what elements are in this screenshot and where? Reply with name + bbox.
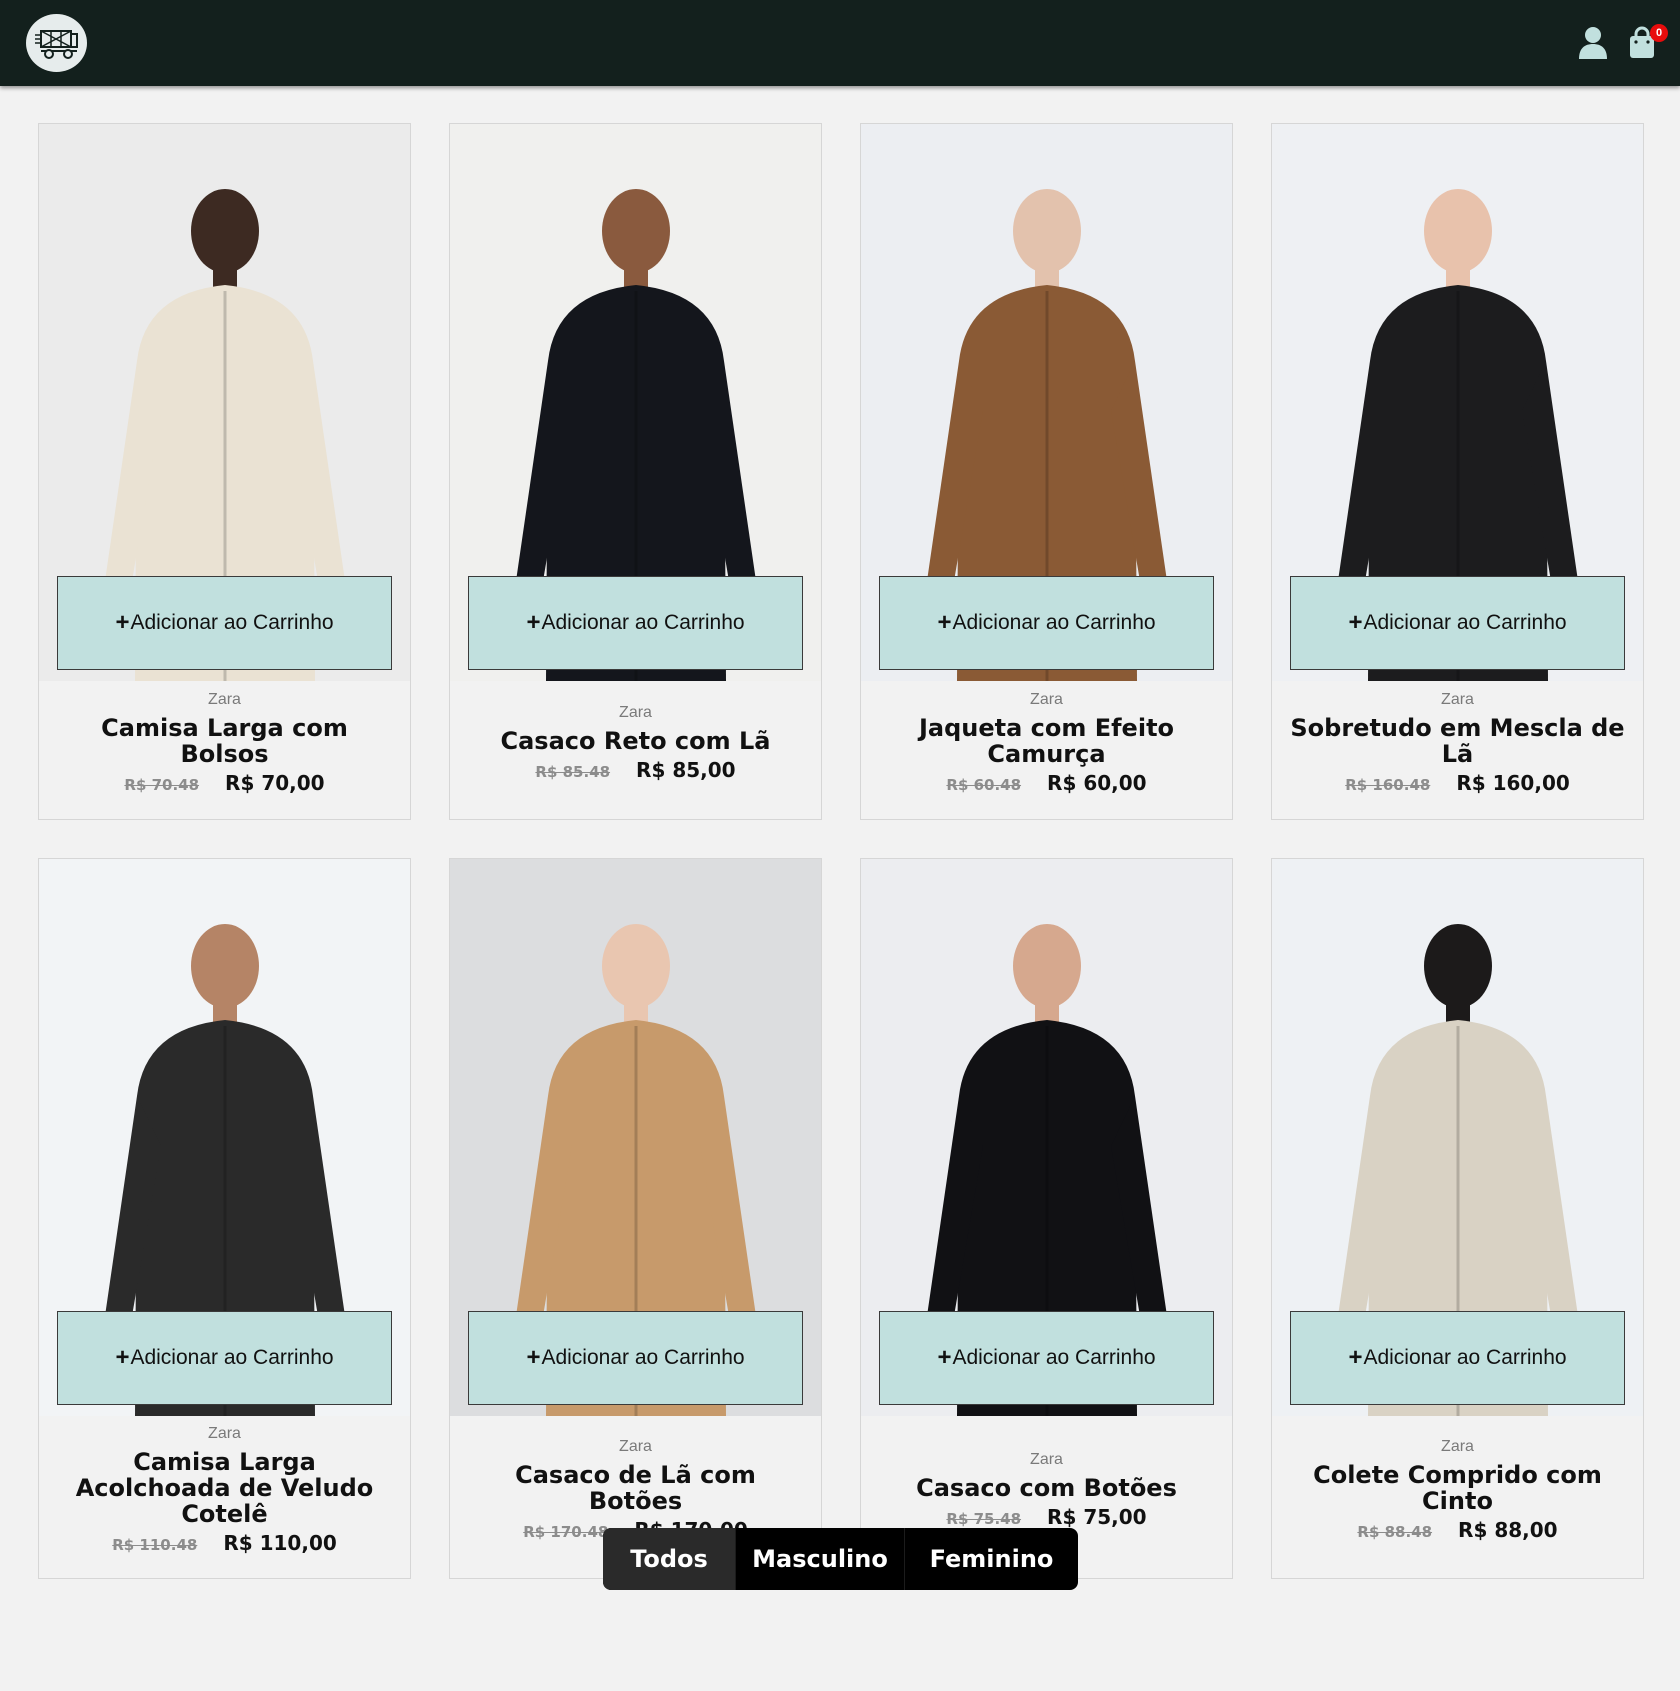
- category-filter-bar: Todos Masculino Feminino: [603, 1528, 1078, 1590]
- product-title[interactable]: Jaqueta com Efeito Camurça: [877, 715, 1216, 767]
- add-to-cart-label: Adicionar ao Carrinho: [952, 1346, 1156, 1369]
- product-price: R$ 70,00: [225, 771, 325, 795]
- product-prices: R$ 75.48 R$ 75,00: [946, 1505, 1146, 1529]
- product-grid: + Adicionar ao Carrinho Zara Camisa Larga c…: [38, 123, 1644, 1579]
- plus-icon: +: [526, 609, 541, 636]
- product-prices: R$ 70.48 R$ 70,00: [124, 771, 324, 795]
- truck-logo-icon: [34, 30, 78, 59]
- product-title[interactable]: Colete Comprido com Cinto: [1288, 1462, 1627, 1514]
- product-brand: Zara: [1441, 1438, 1474, 1455]
- product-old-price: R$ 110.48: [112, 1536, 198, 1554]
- cart-button[interactable]: 0: [1628, 24, 1668, 60]
- product-old-price: R$ 88.48: [1357, 1523, 1433, 1541]
- plus-icon: +: [1348, 1344, 1363, 1371]
- product-price: R$ 160,00: [1456, 771, 1570, 795]
- add-to-cart-label: Adicionar ao Carrinho: [130, 1346, 334, 1369]
- add-to-cart-label: Adicionar ao Carrinho: [1363, 1346, 1567, 1369]
- product-image[interactable]: + Adicionar ao Carrinho: [39, 124, 410, 681]
- product-info: Zara Camisa Larga com Bolsos R$ 70.48 R$ 70…: [39, 681, 410, 819]
- product-image[interactable]: + Adicionar ao Carrinho: [450, 859, 821, 1416]
- product-title[interactable]: Camisa Larga com Bolsos: [55, 715, 394, 767]
- add-to-cart-button[interactable]: + Adicionar ao Carrinho: [468, 576, 803, 670]
- product-info: Zara Jaqueta com Efeito Camurça R$ 60.48 R$…: [861, 681, 1232, 819]
- add-to-cart-button[interactable]: + Adicionar ao Carrinho: [57, 576, 392, 670]
- product-image[interactable]: + Adicionar ao Carrinho: [39, 859, 410, 1416]
- plus-icon: +: [115, 609, 130, 636]
- product-old-price: R$ 85.48: [535, 763, 611, 781]
- add-to-cart-button[interactable]: + Adicionar ao Carrinho: [1290, 576, 1625, 670]
- product-price: R$ 88,00: [1458, 1518, 1558, 1542]
- product-old-price: R$ 70.48: [124, 776, 200, 794]
- product-card[interactable]: + Adicionar ao Carrinho Zara Camisa Larga A…: [38, 858, 411, 1579]
- product-info: Zara Camisa Larga Acolchoada de Veludo Co…: [39, 1416, 410, 1578]
- cart-count-badge: 0: [1650, 24, 1668, 42]
- product-price: R$ 75,00: [1047, 1505, 1147, 1529]
- add-to-cart-label: Adicionar ao Carrinho: [130, 611, 334, 634]
- product-card[interactable]: + Adicionar ao Carrinho Zara Colete Comprid…: [1271, 858, 1644, 1579]
- product-info: Zara Casaco Reto com Lã R$ 85.48 R$ 85,00: [450, 681, 821, 819]
- product-prices: R$ 60.48 R$ 60,00: [946, 771, 1146, 795]
- product-brand: Zara: [1441, 691, 1474, 708]
- product-card[interactable]: + Adicionar ao Carrinho Zara Casaco de Lã c…: [449, 858, 822, 1579]
- product-old-price: R$ 170.48: [523, 1523, 609, 1541]
- add-to-cart-button[interactable]: + Adicionar ao Carrinho: [57, 1311, 392, 1405]
- product-title[interactable]: Sobretudo em Mescla de Lã: [1288, 715, 1627, 767]
- product-card[interactable]: + Adicionar ao Carrinho Zara Sobretudo em M…: [1271, 123, 1644, 820]
- add-to-cart-label: Adicionar ao Carrinho: [1363, 611, 1567, 634]
- product-old-price: R$ 60.48: [946, 776, 1022, 794]
- plus-icon: +: [937, 609, 952, 636]
- product-info: Zara Colete Comprido com Cinto R$ 88.48 R$ …: [1272, 1416, 1643, 1578]
- product-image[interactable]: + Adicionar ao Carrinho: [861, 859, 1232, 1416]
- product-prices: R$ 88.48 R$ 88,00: [1357, 1518, 1557, 1542]
- plus-icon: +: [115, 1344, 130, 1371]
- plus-icon: +: [937, 1344, 952, 1371]
- product-brand: Zara: [619, 1438, 652, 1455]
- product-price: R$ 60,00: [1047, 771, 1147, 795]
- top-navbar: 0: [0, 0, 1680, 86]
- plus-icon: +: [1348, 609, 1363, 636]
- product-brand: Zara: [1030, 1451, 1063, 1468]
- product-title[interactable]: Casaco com Botões: [916, 1475, 1177, 1501]
- product-title[interactable]: Casaco de Lã com Botões: [466, 1462, 805, 1514]
- filter-tab-masculino[interactable]: Masculino: [735, 1528, 904, 1590]
- store-logo[interactable]: [26, 14, 87, 72]
- product-prices: R$ 85.48 R$ 85,00: [535, 758, 735, 782]
- filter-tab-feminino[interactable]: Feminino: [904, 1528, 1078, 1590]
- product-title[interactable]: Casaco Reto com Lã: [501, 728, 771, 754]
- add-to-cart-button[interactable]: + Adicionar ao Carrinho: [879, 1311, 1214, 1405]
- product-image[interactable]: + Adicionar ao Carrinho: [1272, 859, 1643, 1416]
- product-price: R$ 110,00: [223, 1531, 337, 1555]
- product-old-price: R$ 75.48: [946, 1510, 1022, 1528]
- add-to-cart-button[interactable]: + Adicionar ao Carrinho: [879, 576, 1214, 670]
- product-card[interactable]: + Adicionar ao Carrinho Zara Casaco Reto co…: [449, 123, 822, 820]
- product-brand: Zara: [1030, 691, 1063, 708]
- product-info: Zara Sobretudo em Mescla de Lã R$ 160.48 R$…: [1272, 681, 1643, 819]
- product-brand: Zara: [208, 691, 241, 708]
- product-card[interactable]: + Adicionar ao Carrinho Zara Jaqueta com Ef…: [860, 123, 1233, 820]
- add-to-cart-button[interactable]: + Adicionar ao Carrinho: [468, 1311, 803, 1405]
- product-brand: Zara: [619, 704, 652, 721]
- product-price: R$ 85,00: [636, 758, 736, 782]
- product-prices: R$ 160.48 R$ 160,00: [1345, 771, 1570, 795]
- add-to-cart-button[interactable]: + Adicionar ao Carrinho: [1290, 1311, 1625, 1405]
- product-old-price: R$ 160.48: [1345, 776, 1431, 794]
- product-brand: Zara: [208, 1425, 241, 1442]
- product-image[interactable]: + Adicionar ao Carrinho: [861, 124, 1232, 681]
- add-to-cart-label: Adicionar ao Carrinho: [541, 611, 745, 634]
- product-prices: R$ 110.48 R$ 110,00: [112, 1531, 337, 1555]
- product-image[interactable]: + Adicionar ao Carrinho: [1272, 124, 1643, 681]
- plus-icon: +: [526, 1344, 541, 1371]
- user-icon: [1579, 27, 1607, 59]
- product-card[interactable]: + Adicionar ao Carrinho Zara Camisa Larga c…: [38, 123, 411, 820]
- product-image[interactable]: + Adicionar ao Carrinho: [450, 124, 821, 681]
- product-card[interactable]: + Adicionar ao Carrinho Zara Casaco com Bot…: [860, 858, 1233, 1579]
- add-to-cart-label: Adicionar ao Carrinho: [541, 1346, 745, 1369]
- product-title[interactable]: Camisa Larga Acolchoada de Veludo Cotelê: [55, 1449, 394, 1527]
- account-button[interactable]: [1578, 26, 1608, 60]
- filter-tab-todos[interactable]: Todos: [603, 1528, 735, 1590]
- add-to-cart-label: Adicionar ao Carrinho: [952, 611, 1156, 634]
